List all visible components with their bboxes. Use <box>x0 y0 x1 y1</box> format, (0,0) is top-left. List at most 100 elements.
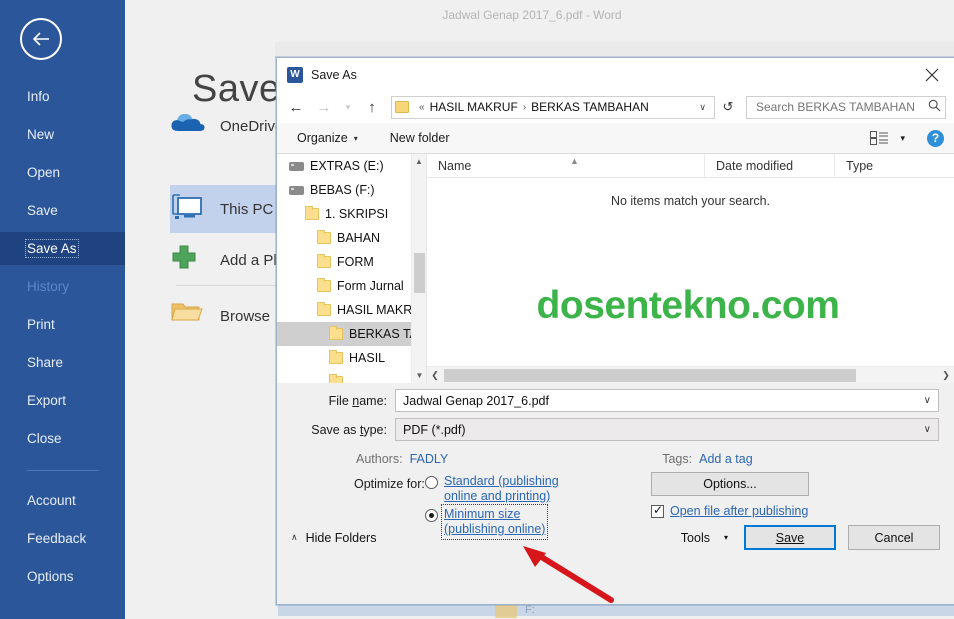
tree-item-bahan[interactable]: BAHAN <box>277 226 426 250</box>
view-layout-icon[interactable] <box>870 131 889 145</box>
column-header-name[interactable]: Name <box>427 154 705 178</box>
hide-folders-button[interactable]: ∧ Hide Folders <box>291 531 376 545</box>
save-button[interactable]: Save <box>744 525 836 550</box>
tree-item-hasil[interactable]: HASIL <box>277 346 426 370</box>
sidebar-item-account[interactable]: Account <box>0 484 125 517</box>
file-list-horizontal-scrollbar[interactable]: ❮ ❯ <box>427 366 954 383</box>
sidebar-item-label: Export <box>27 393 67 408</box>
scroll-down-icon[interactable]: ▼ <box>412 368 426 383</box>
file-name-input[interactable]: Jadwal Genap 2017_6.pdf ∨ <box>395 389 939 412</box>
backstage-bottom-strip <box>278 604 954 616</box>
scroll-right-icon[interactable]: ❯ <box>938 370 954 381</box>
sidebar-item-label: Feedback <box>27 531 87 546</box>
save-as-type-label-prefix: Save as <box>311 422 360 437</box>
folder-icon <box>329 350 343 364</box>
close-icon[interactable] <box>909 58 954 91</box>
tree-item-form-jurnal[interactable]: Form Jurnal <box>277 274 426 298</box>
sidebar-item-options[interactable]: Options <box>0 560 125 593</box>
search-icon[interactable] <box>925 99 941 115</box>
tree-item-label: BAHAN <box>337 231 381 245</box>
sidebar-item-save[interactable]: Save <box>0 194 125 227</box>
breadcrumb-prefix: « <box>419 101 425 113</box>
tree-item-partial[interactable] <box>277 370 426 383</box>
cancel-button[interactable]: Cancel <box>848 525 940 550</box>
scroll-up-icon[interactable]: ▲ <box>412 154 426 169</box>
nav-back-button[interactable]: ← <box>283 95 309 119</box>
sidebar-item-feedback[interactable]: Feedback <box>0 522 125 555</box>
radio-standard-label: Standard (publishing online and printing… <box>444 474 559 504</box>
nav-forward-button: → <box>316 98 332 116</box>
word-app-icon <box>287 66 303 83</box>
dialog-title: Save As <box>311 67 357 82</box>
chevron-down-icon[interactable]: ∨ <box>917 395 938 406</box>
column-header-type[interactable]: Type <box>835 154 954 178</box>
help-question-icon[interactable]: ? <box>927 129 944 147</box>
sidebar-item-share[interactable]: Share <box>0 346 125 379</box>
sidebar-item-info[interactable]: Info <box>0 80 125 113</box>
backstage-nav-rail: Info New Open Save Save As History Print… <box>0 0 125 619</box>
new-folder-label: New folder <box>389 131 450 145</box>
options-button[interactable]: Options... <box>651 472 809 496</box>
file-list-pane[interactable]: Name Date modified Type ▲ No items match… <box>427 154 954 383</box>
column-header-date-modified[interactable]: Date modified <box>705 154 835 178</box>
place-label: This PC <box>220 200 274 218</box>
breadcrumb[interactable]: « HASIL MAKRUF › BERKAS TAMBAHAN ∨ <box>391 95 715 119</box>
radio-standard-line2: online and printing) <box>444 489 551 503</box>
authors-label: Authors: <box>356 452 403 466</box>
scroll-thumb[interactable] <box>444 368 856 382</box>
options-button-label: Options... <box>703 477 757 491</box>
sidebar-item-close[interactable]: Close <box>0 422 125 455</box>
sidebar-item-label: Account <box>27 493 76 508</box>
radio-button-standard[interactable] <box>425 476 438 489</box>
chevron-down-icon[interactable]: ∨ <box>917 424 938 435</box>
sidebar-item-save-as[interactable]: Save As <box>0 232 125 265</box>
scroll-left-icon[interactable]: ❮ <box>427 370 443 381</box>
refresh-icon[interactable]: ↺ <box>717 99 739 115</box>
tree-item-extras-e[interactable]: EXTRAS (E:) <box>277 154 426 178</box>
sidebar-item-open[interactable]: Open <box>0 156 125 189</box>
tree-item-berkas-tambahan[interactable]: BERKAS TAMBAHAN <box>277 322 426 346</box>
tree-item-hasil-makruf[interactable]: HASIL MAKRUF <box>277 298 426 322</box>
address-bar-row: ← → ▾ ↑ « HASIL MAKRUF › BERKAS TAMBAHAN… <box>277 91 954 123</box>
sidebar-item-label: Save <box>27 203 58 218</box>
tags-add-tag-link[interactable]: Add a tag <box>699 452 753 466</box>
tree-vertical-scrollbar[interactable]: ▲ ▼ <box>411 154 426 383</box>
sidebar-item-new[interactable]: New <box>0 118 125 151</box>
save-as-type-select[interactable]: PDF (*.pdf) ∨ <box>395 418 939 441</box>
sidebar-item-print[interactable]: Print <box>0 308 125 341</box>
chevron-down-icon[interactable]: ∨ <box>693 102 712 113</box>
dialog-form-area: File name: Jadwal Genap 2017_6.pdf ∨ Sav… <box>277 383 954 561</box>
view-chevron-down-icon[interactable]: ▾ <box>892 130 909 147</box>
sidebar-item-label: Close <box>27 431 62 446</box>
recent-locations-button[interactable]: ▾ <box>339 95 357 119</box>
back-arrow-icon[interactable] <box>20 18 62 60</box>
authors-value[interactable]: FADLY <box>410 452 449 466</box>
tree-item-bebas-f[interactable]: BEBAS (F:) <box>277 178 426 202</box>
navigation-tree-pane[interactable]: EXTRAS (E:) BEBAS (F:) 1. SKRIPSI BAHAN … <box>277 154 427 383</box>
tree-item-form[interactable]: FORM <box>277 250 426 274</box>
radio-standard[interactable]: Standard (publishing online and printing… <box>425 474 559 504</box>
sidebar-item-export[interactable]: Export <box>0 384 125 417</box>
tree-item-label: 1. SKRIPSI <box>325 207 389 221</box>
drive-icon <box>289 185 304 195</box>
tree-item-label: BEBAS (F:) <box>310 183 375 197</box>
sidebar-item-label: Print <box>27 317 55 332</box>
ghost-folder-icon <box>495 605 517 618</box>
tools-button[interactable]: Tools ▾ <box>673 526 736 550</box>
folder-icon <box>317 230 331 244</box>
organize-button[interactable]: Organize ▾ <box>291 128 364 148</box>
search-input[interactable] <box>754 99 925 115</box>
breadcrumb-item-berkas-tambahan[interactable]: BERKAS TAMBAHAN <box>531 100 649 114</box>
save-as-type-label-suffix: ype: <box>363 422 387 437</box>
search-box[interactable] <box>746 95 946 119</box>
sort-ascending-icon: ▲ <box>570 156 579 166</box>
scroll-thumb[interactable] <box>414 253 425 293</box>
breadcrumb-item-hasil-makruf[interactable]: HASIL MAKRUF <box>430 100 518 114</box>
tree-item-1-skripsi[interactable]: 1. SKRIPSI <box>277 202 426 226</box>
nav-up-button[interactable]: ↑ <box>359 95 385 119</box>
new-folder-button[interactable]: New folder <box>384 128 456 148</box>
sidebar-item-label: Options <box>27 569 74 584</box>
dialog-body: EXTRAS (E:) BEBAS (F:) 1. SKRIPSI BAHAN … <box>277 154 954 383</box>
tree-item-label: EXTRAS (E:) <box>310 159 384 173</box>
hide-folders-label: Hide Folders <box>305 530 377 545</box>
